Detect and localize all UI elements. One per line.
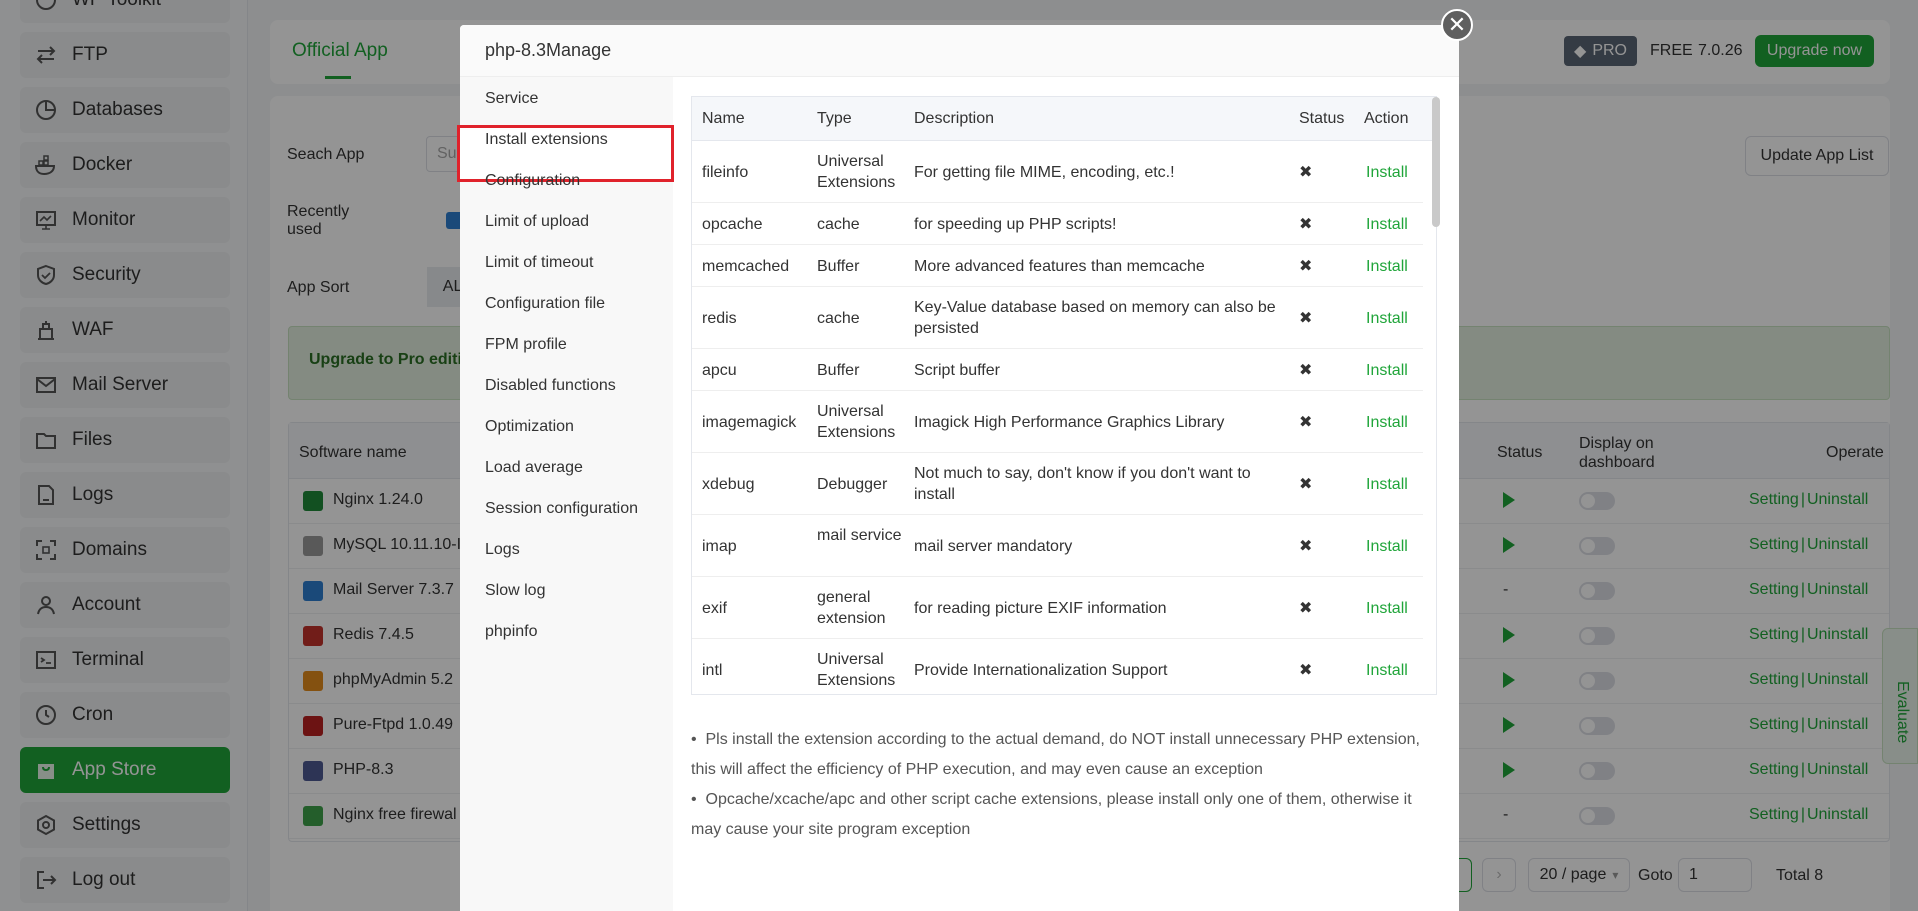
- install-button[interactable]: Install: [1366, 412, 1408, 433]
- extension-row: imap mail service mail server mandatory ✖ In…: [692, 515, 1423, 577]
- extension-type: general extension: [817, 589, 886, 627]
- col-type: Type: [817, 110, 852, 127]
- dialog-menu: Service Install extensions Configuration Li…: [457, 77, 674, 911]
- install-button[interactable]: Install: [1366, 360, 1408, 381]
- status-not-installed-icon: ✖: [1299, 310, 1313, 327]
- extensions-table-header: Name Type Description Status Action: [692, 97, 1436, 141]
- extension-notes: • Pls install the extension according to…: [691, 725, 1431, 845]
- menu-item-service[interactable]: Service: [485, 90, 538, 108]
- install-button[interactable]: Install: [1366, 536, 1408, 557]
- extension-name: apcu: [702, 362, 737, 379]
- extension-description: Imagick High Performance Graphics Librar…: [914, 414, 1225, 431]
- extension-name: fileinfo: [702, 164, 749, 181]
- extension-name: redis: [702, 310, 737, 327]
- install-button[interactable]: Install: [1366, 474, 1408, 495]
- extension-description: mail server mandatory: [914, 538, 1073, 555]
- extension-description: Script buffer: [914, 362, 1000, 379]
- extension-row: memcached Buffer More advanced features th…: [692, 245, 1423, 287]
- extension-description: More advanced features than memcache: [914, 258, 1205, 275]
- col-name: Name: [702, 110, 745, 127]
- menu-item-fpm-profile[interactable]: FPM profile: [485, 336, 567, 354]
- extension-name: exif: [702, 600, 727, 617]
- extension-description: Key-Value database based on memory can a…: [914, 299, 1276, 337]
- menu-item-configuration-file[interactable]: Configuration file: [485, 295, 605, 313]
- status-not-installed-icon: ✖: [1299, 216, 1313, 233]
- extension-description: for reading picture EXIF information: [914, 600, 1167, 617]
- extension-row: imagemagick Universal Extensions Imagick H…: [692, 391, 1423, 453]
- extension-type: cache: [817, 216, 860, 233]
- menu-item-session-configuration[interactable]: Session configuration: [485, 500, 638, 518]
- extension-name: imagemagick: [702, 414, 797, 431]
- menu-item-limit-of-timeout[interactable]: Limit of timeout: [485, 254, 593, 272]
- extensions-table: Name Type Description Status Action file…: [691, 96, 1437, 695]
- extension-type: Universal Extensions: [817, 153, 896, 191]
- extension-type: Debugger: [817, 476, 888, 493]
- install-button[interactable]: Install: [1366, 162, 1408, 183]
- bullet: •: [691, 791, 706, 808]
- php-manage-dialog: php-8.3Manage Service Install extensions C…: [457, 25, 1459, 911]
- extension-type: Buffer: [817, 362, 860, 379]
- close-icon: ✕: [1447, 12, 1467, 37]
- extension-type: cache: [817, 310, 860, 327]
- install-button[interactable]: Install: [1366, 598, 1408, 619]
- menu-item-load-average[interactable]: Load average: [485, 459, 583, 477]
- extension-row: opcache cache for speeding up PHP scripts!…: [692, 203, 1423, 245]
- status-not-installed-icon: ✖: [1299, 362, 1313, 379]
- extension-name: memcached: [702, 258, 790, 275]
- menu-item-logs[interactable]: Logs: [485, 541, 520, 559]
- extension-name: opcache: [702, 216, 763, 233]
- note-item: • Opcache/xcache/apc and other script ca…: [691, 791, 1412, 838]
- status-not-installed-icon: ✖: [1299, 414, 1313, 431]
- extension-description: for speeding up PHP scripts!: [914, 216, 1117, 233]
- col-action: Action: [1364, 110, 1409, 127]
- status-not-installed-icon: ✖: [1299, 538, 1313, 555]
- extension-name: intl: [702, 662, 723, 679]
- extension-row: intl Universal Extensions Provide Internat…: [692, 639, 1423, 694]
- extension-name: xdebug: [702, 476, 755, 493]
- install-button[interactable]: Install: [1366, 660, 1408, 681]
- extension-type: Buffer: [817, 258, 860, 275]
- close-dialog-button[interactable]: ✕: [1441, 9, 1473, 41]
- extension-description: Provide Internationalization Support: [914, 662, 1168, 679]
- install-button[interactable]: Install: [1366, 256, 1408, 277]
- extension-row: redis cache Key-Value database based on me…: [692, 287, 1423, 349]
- extension-description: For getting file MIME, encoding, etc.!: [914, 164, 1175, 181]
- menu-item-phpinfo[interactable]: phpinfo: [485, 623, 538, 641]
- extension-row: exif general extension for reading picture…: [692, 577, 1423, 639]
- menu-item-install-extensions[interactable]: Install extensions: [485, 131, 608, 149]
- col-status: Status: [1299, 110, 1345, 127]
- status-not-installed-icon: ✖: [1299, 662, 1313, 679]
- status-not-installed-icon: ✖: [1299, 600, 1313, 617]
- menu-item-limit-of-upload[interactable]: Limit of upload: [485, 213, 589, 231]
- extension-row: xdebug Debugger Not much to say, don't kno…: [692, 453, 1423, 515]
- extension-row: fileinfo Universal Extensions For getting …: [692, 141, 1423, 203]
- extension-type: mail service: [817, 527, 902, 544]
- dialog-title: php-8.3Manage: [485, 40, 612, 60]
- dialog-header: php-8.3Manage: [460, 25, 1459, 77]
- menu-item-slow-log[interactable]: Slow log: [485, 582, 545, 600]
- status-not-installed-icon: ✖: [1299, 164, 1313, 181]
- install-button[interactable]: Install: [1366, 308, 1408, 329]
- status-not-installed-icon: ✖: [1299, 476, 1313, 493]
- extension-type: Universal Extensions: [817, 651, 896, 689]
- bullet: •: [691, 731, 706, 748]
- extension-type: Universal Extensions: [817, 403, 896, 441]
- menu-item-configuration[interactable]: Configuration: [485, 172, 580, 190]
- status-not-installed-icon: ✖: [1299, 258, 1313, 275]
- extension-row: apcu Buffer Script buffer ✖ Install: [692, 349, 1423, 391]
- col-description: Description: [914, 110, 995, 127]
- menu-item-disabled-functions[interactable]: Disabled functions: [485, 377, 616, 395]
- menu-item-optimization[interactable]: Optimization: [485, 418, 574, 436]
- extensions-scrollbar[interactable]: [1432, 97, 1440, 227]
- install-button[interactable]: Install: [1366, 214, 1408, 235]
- extension-description: Not much to say, don't know if you don't…: [914, 465, 1251, 503]
- note-item: • Pls install the extension according to…: [691, 731, 1420, 778]
- extension-name: imap: [702, 538, 737, 555]
